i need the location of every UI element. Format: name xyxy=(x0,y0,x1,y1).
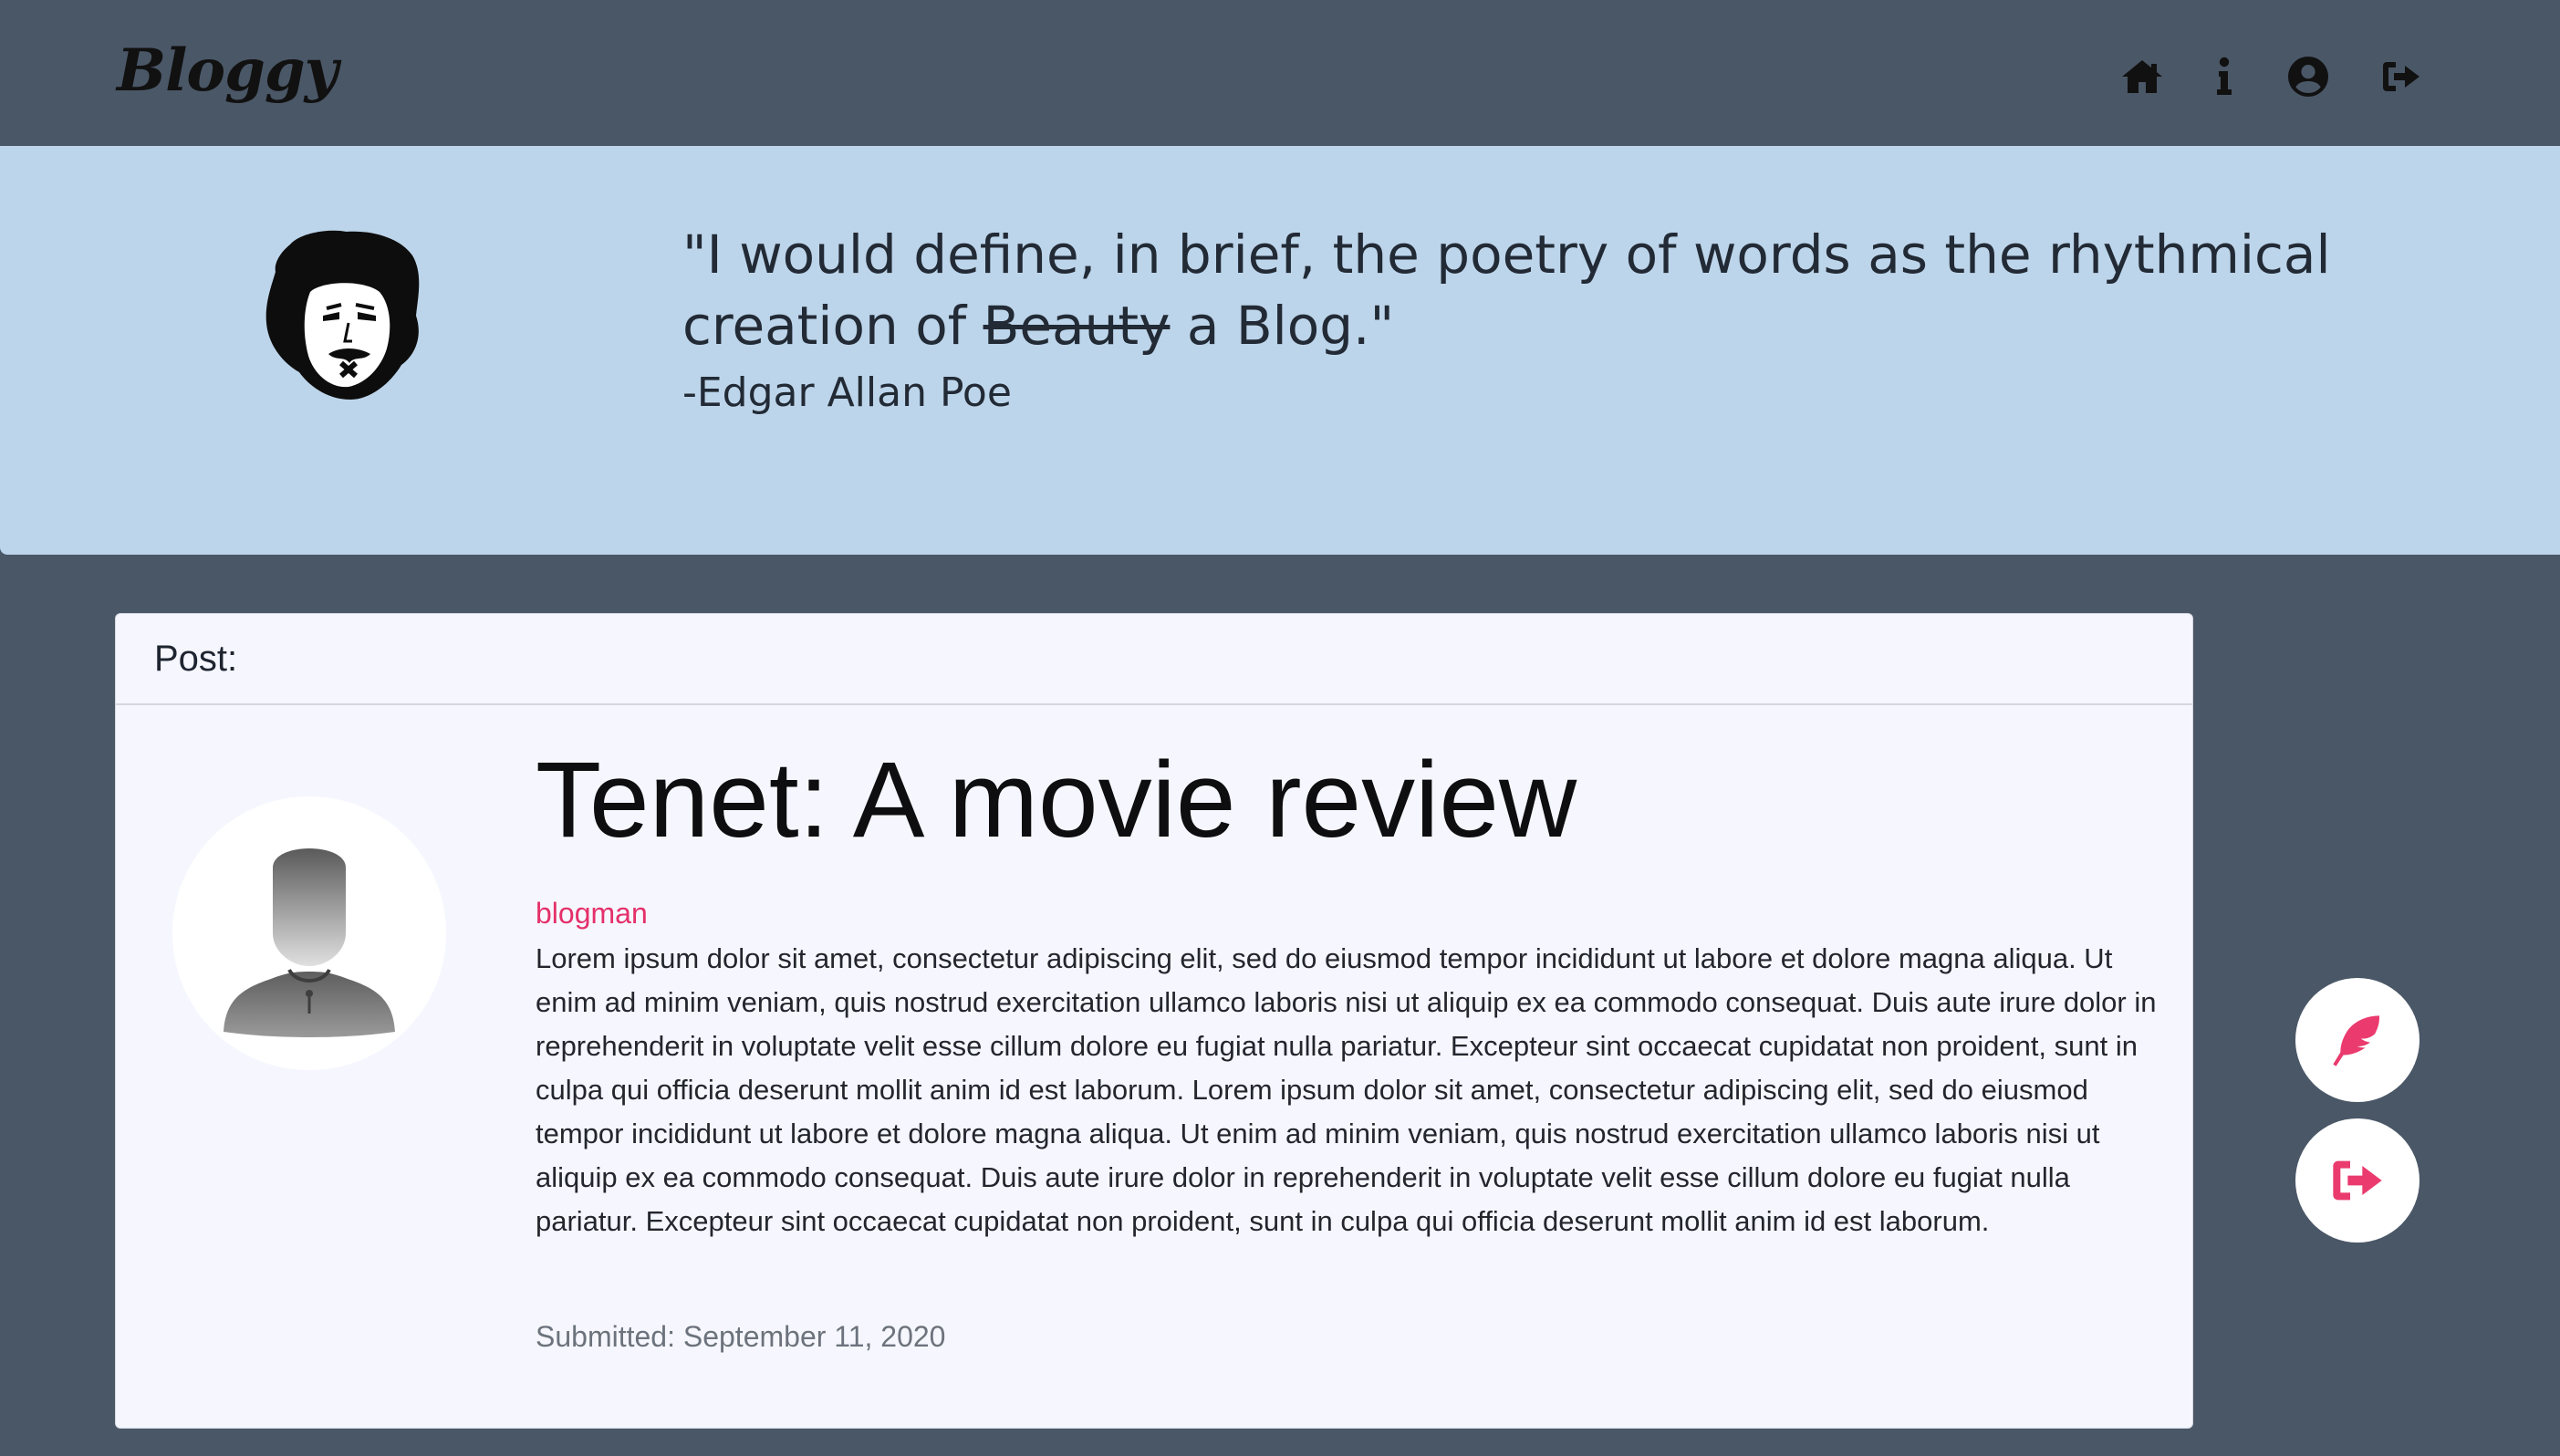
post-body: Lorem ipsum dolor sit amet, consectetur … xyxy=(536,942,2157,1237)
info-icon[interactable] xyxy=(2199,51,2250,102)
avatar xyxy=(172,796,446,1070)
quote-author: -Edgar Allan Poe xyxy=(682,369,1012,416)
edgar-allan-poe-icon xyxy=(265,230,420,400)
navbar: Bloggy xyxy=(0,0,2560,146)
quote-text-start: "I would define, in brief, the poetry of… xyxy=(682,224,2331,357)
post-submitted-date: Submitted: September 11, 2020 xyxy=(536,1320,946,1353)
sign-out-icon[interactable] xyxy=(2376,51,2427,102)
post-card: Post: Tenet: A movie review blogman Lore… xyxy=(115,613,2193,1429)
user-circle-icon[interactable] xyxy=(2283,51,2334,102)
quote-struck-word: Beauty xyxy=(983,295,1171,357)
sign-out-icon xyxy=(2333,1160,2382,1201)
post-author-link[interactable]: blogman xyxy=(536,897,648,931)
brand-logo[interactable]: Bloggy xyxy=(117,36,338,105)
hero-banner: "I would define, in brief, the poetry of… xyxy=(0,146,2560,555)
hero-quote: "I would define, in brief, the poetry of… xyxy=(682,219,2489,361)
feather-icon xyxy=(2333,1015,2379,1066)
quote-text-end: a Blog." xyxy=(1170,295,1395,357)
card-header: Post: xyxy=(116,614,2192,705)
home-icon[interactable] xyxy=(2117,51,2168,102)
card-header-label: Post: xyxy=(154,638,238,679)
user-avatar-icon xyxy=(224,848,395,1037)
new-post-button[interactable] xyxy=(2295,978,2420,1102)
logout-button[interactable] xyxy=(2295,1118,2420,1243)
post-title: Tenet: A movie review xyxy=(536,740,1577,860)
